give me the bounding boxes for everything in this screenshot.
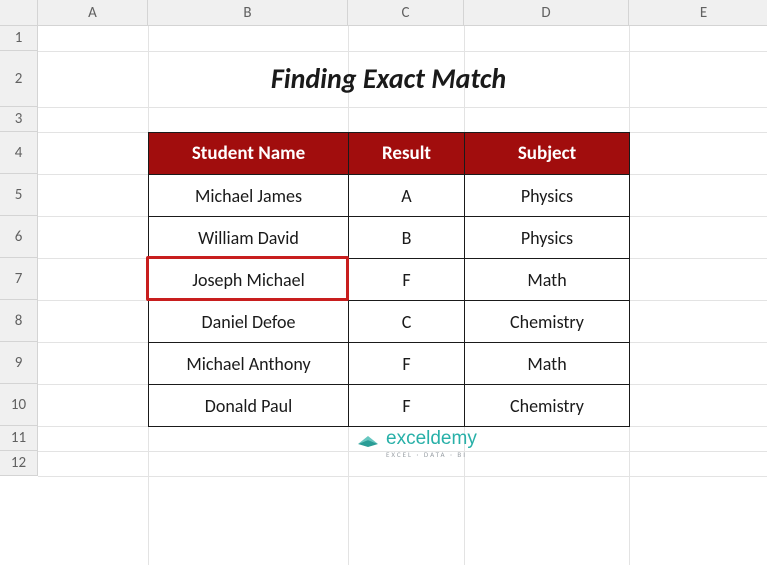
row-header-9[interactable]: 9: [0, 342, 38, 384]
table-cell-r0-c0[interactable]: Michael James: [148, 174, 349, 217]
row-header-10[interactable]: 10: [0, 384, 38, 426]
table-cell-r3-c0[interactable]: Daniel Defoe: [148, 300, 349, 343]
gridline-h: [38, 107, 767, 108]
table-header-1[interactable]: Result: [348, 132, 465, 175]
table-cell-r3-c1[interactable]: C: [348, 300, 465, 343]
table-cell-r2-c0[interactable]: Joseph Michael: [148, 258, 349, 301]
row-header-1[interactable]: 1: [0, 26, 38, 51]
table-cell-r4-c2[interactable]: Math: [464, 342, 630, 385]
table-cell-r5-c1[interactable]: F: [348, 384, 465, 427]
col-header-A[interactable]: A: [38, 0, 148, 26]
row-header-4[interactable]: 4: [0, 132, 38, 174]
col-header-D[interactable]: D: [464, 0, 629, 26]
exceldemy-logo: exceldemy: [356, 428, 477, 450]
logo-text: exceldemy: [386, 428, 477, 450]
logo-subtitle: EXCEL · DATA · BI: [386, 450, 467, 459]
select-all-corner[interactable]: [0, 0, 38, 26]
table-cell-r0-c1[interactable]: A: [348, 174, 465, 217]
table-cell-r3-c2[interactable]: Chemistry: [464, 300, 630, 343]
row-header-8[interactable]: 8: [0, 300, 38, 342]
logo-icon: [356, 430, 380, 448]
row-header-11[interactable]: 11: [0, 426, 38, 451]
table-header-2[interactable]: Subject: [464, 132, 630, 175]
page-title: Finding Exact Match: [148, 51, 629, 107]
col-header-C[interactable]: C: [348, 0, 464, 26]
row-header-2[interactable]: 2: [0, 51, 38, 107]
gridline-h: [38, 476, 767, 477]
table-cell-r0-c2[interactable]: Physics: [464, 174, 630, 217]
table-cell-r1-c1[interactable]: B: [348, 216, 465, 259]
row-header-7[interactable]: 7: [0, 258, 38, 300]
table-cell-r4-c1[interactable]: F: [348, 342, 465, 385]
col-header-B[interactable]: B: [148, 0, 348, 26]
table-cell-r4-c0[interactable]: Michael Anthony: [148, 342, 349, 385]
spreadsheet-grid: ABCDE123456789101112Finding Exact MatchS…: [0, 0, 767, 565]
table-cell-r5-c0[interactable]: Donald Paul: [148, 384, 349, 427]
table-cell-r1-c0[interactable]: William David: [148, 216, 349, 259]
table-cell-r2-c1[interactable]: F: [348, 258, 465, 301]
table-cell-r5-c2[interactable]: Chemistry: [464, 384, 630, 427]
table-header-0[interactable]: Student Name: [148, 132, 349, 175]
row-header-3[interactable]: 3: [0, 107, 38, 132]
row-header-6[interactable]: 6: [0, 216, 38, 258]
table-cell-r2-c2[interactable]: Math: [464, 258, 630, 301]
row-header-5[interactable]: 5: [0, 174, 38, 216]
row-header-12[interactable]: 12: [0, 451, 38, 476]
table-cell-r1-c2[interactable]: Physics: [464, 216, 630, 259]
col-header-E[interactable]: E: [629, 0, 767, 26]
